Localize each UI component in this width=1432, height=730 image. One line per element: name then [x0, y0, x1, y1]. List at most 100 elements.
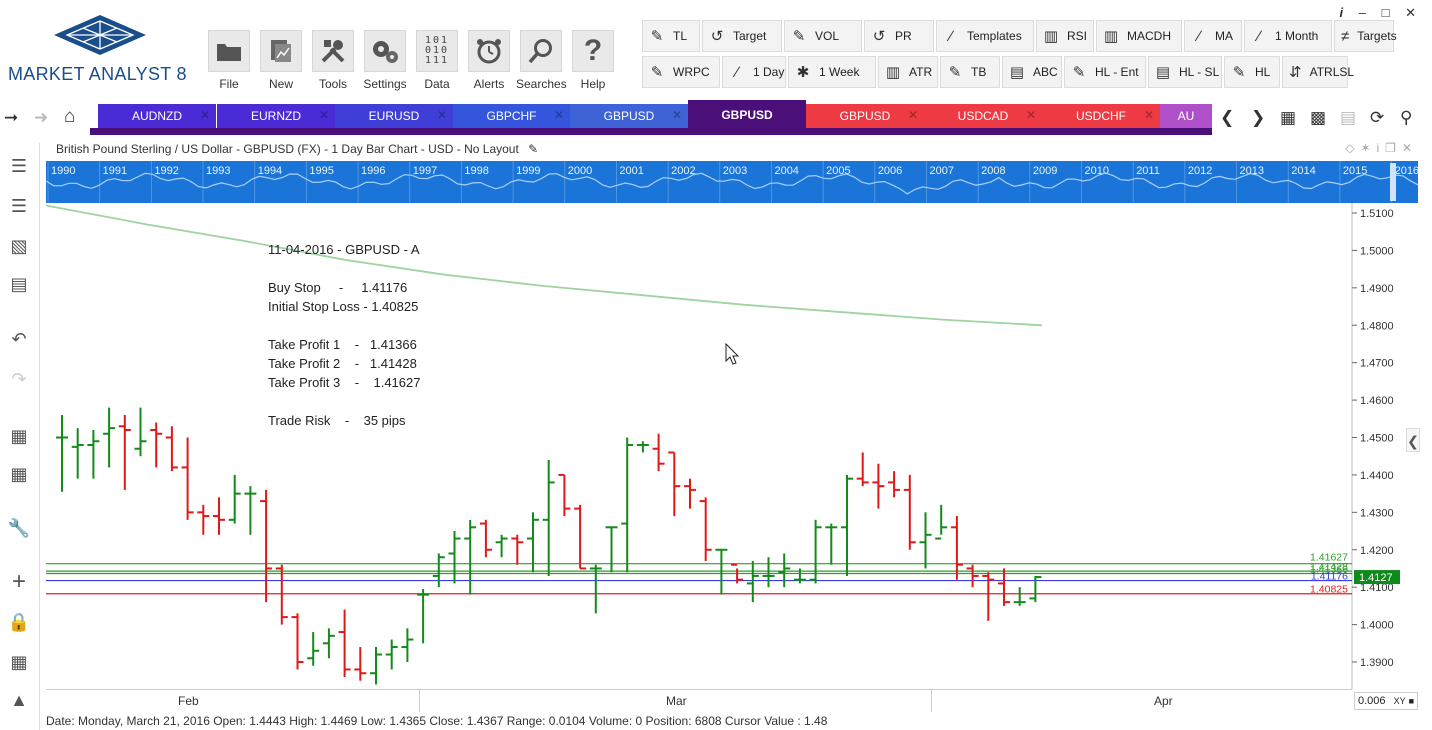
tab-close-icon[interactable]: ✕	[908, 108, 918, 122]
overview-year-label: 2013	[1240, 165, 1264, 177]
toolbar-pr-button[interactable]: ↺ PR	[864, 20, 934, 52]
tab-close-icon[interactable]: ✕	[554, 108, 564, 122]
toolbar-tb-button[interactable]: ✎ TB	[940, 56, 1000, 88]
collapse-panel-icon[interactable]: ❮	[1406, 428, 1420, 452]
print-icon[interactable]: ▤	[6, 271, 32, 297]
symbol-tab[interactable]: GBPCHF ✕	[453, 104, 570, 128]
open-chart-icon[interactable]: ☰	[6, 193, 32, 219]
new-button[interactable]: New	[256, 30, 306, 94]
print-icon[interactable]: ▤	[1340, 108, 1356, 128]
grid-icon[interactable]: ▩	[1310, 108, 1326, 128]
help-button[interactable]: ? Help	[568, 30, 618, 94]
data-button[interactable]: 101 010 111 Data	[412, 30, 462, 94]
float-icon[interactable]: ❐	[1385, 141, 1402, 155]
close-chart-icon[interactable]: ✕	[1402, 141, 1418, 155]
toolbar-hl-ent-button[interactable]: ✎ HL - Ent	[1064, 56, 1146, 88]
alerts-button[interactable]: Alerts	[464, 30, 514, 94]
toolbar-1-month-button[interactable]: ∕ 1 Month	[1244, 20, 1332, 52]
symbol-tab[interactable]: GBPUSD ✕	[806, 104, 924, 128]
close-button[interactable]: ✕	[1405, 5, 1422, 20]
tab-close-icon[interactable]: ✕	[1026, 108, 1036, 122]
price-chart[interactable]: 1.5100 1.5000 1.4900 1.4800 1.4700 1.4600 1.45…	[46, 203, 1418, 689]
toolbar-atrlsl-button[interactable]: ⇵ ATRLSL	[1282, 56, 1354, 88]
redo-icon[interactable]: ↷	[6, 366, 32, 392]
symbol-tab[interactable]: USDCHF ✕	[1042, 104, 1160, 128]
back-arrow-icon[interactable]: ➞	[4, 108, 18, 128]
toolbar-tl-button[interactable]: ✎ TL	[642, 20, 700, 52]
toolbar-vol-button[interactable]: ✎ VOL	[784, 20, 862, 52]
info-icon[interactable]: i	[1377, 141, 1386, 155]
pencil-icon: ✎	[948, 64, 962, 81]
wrench-icon[interactable]: 🔧	[6, 515, 32, 541]
save-icon[interactable]: ▧	[6, 233, 32, 259]
settings-button[interactable]: Settings	[360, 30, 410, 94]
lock-icon[interactable]: ■	[1409, 696, 1414, 706]
overview-year-label: 1996	[361, 165, 385, 177]
searches-button[interactable]: Searches	[516, 30, 567, 94]
symbol-tab[interactable]: EURUSD ✕	[335, 104, 453, 128]
diamond-icon[interactable]: ◇	[1345, 141, 1360, 155]
maximize-button[interactable]: □	[1382, 5, 1396, 20]
symbol-tab[interactable]: AUDNZD ✕	[98, 104, 216, 128]
new-button-label: New	[268, 77, 293, 91]
tab-close-icon[interactable]: ✕	[437, 108, 447, 122]
tools-button[interactable]: Tools	[308, 30, 358, 94]
symbol-tab[interactable]: EURNZD ✕	[217, 104, 335, 128]
overview-timeline[interactable]: 1990 1991 1992 1993 1994 1995 1996 1997 1998 1999…	[46, 161, 1418, 203]
symbol-tab[interactable]: AU	[1160, 104, 1212, 128]
tab-close-icon[interactable]: ✕	[1144, 108, 1154, 122]
home-icon[interactable]: ⌂	[64, 106, 75, 128]
overview-year-label: 1990	[51, 165, 75, 177]
toolbar-target-button[interactable]: ↺ Target	[702, 20, 782, 52]
toolbar-button-label: VOL	[815, 29, 840, 43]
toolbar-abc-button[interactable]: ▤ ABC	[1002, 56, 1062, 88]
toolbar-rsi-button[interactable]: ▥ RSI	[1036, 20, 1094, 52]
undo-icon[interactable]: ↶	[6, 326, 32, 352]
toolbar-targets-button[interactable]: ≠ Targets	[1334, 20, 1397, 52]
symbol-tab[interactable]: USDCAD ✕	[924, 104, 1042, 128]
layout-icon[interactable]: ▦	[1280, 108, 1296, 128]
pin-icon[interactable]: ✶	[1360, 141, 1376, 155]
document-icon: ▤	[1155, 64, 1171, 81]
overview-window-handle	[1390, 163, 1396, 201]
tab-close-icon[interactable]: ✕	[200, 108, 210, 122]
toolbar-templates-button[interactable]: ∕ Templates	[936, 20, 1034, 52]
symbol-tab[interactable]: GBPUSD ✕	[570, 104, 688, 128]
tab-close-icon[interactable]: ✕	[672, 108, 682, 122]
toolbar-hl-button[interactable]: ✎ HL	[1224, 56, 1280, 88]
info-icon[interactable]: i	[1340, 5, 1350, 20]
toolbar-1-day-button[interactable]: ∕ 1 Day	[722, 56, 786, 88]
toolbar-macdh-button[interactable]: ▥ MACDH	[1096, 20, 1182, 52]
symbol-tab[interactable]: GBPUSD	[688, 100, 806, 130]
tabs-left-icon[interactable]: ❮	[1220, 108, 1234, 128]
tabs-right-icon[interactable]: ❯	[1251, 108, 1265, 128]
annotation-title: 11-04-2016 - GBPUSD - A	[268, 242, 420, 257]
toolbar-ma-button[interactable]: ∕ MA	[1184, 20, 1242, 52]
layers-icon[interactable]: ▦	[6, 461, 32, 487]
toolbar-button-label: HL - SL	[1179, 65, 1220, 79]
toolbar-atr-button[interactable]: ▥ ATR	[878, 56, 938, 88]
toolbar-hl-sl-button[interactable]: ▤ HL - SL	[1148, 56, 1222, 88]
search-icon[interactable]: ⚲	[1400, 108, 1412, 128]
line-chart-icon: ∕	[735, 63, 739, 81]
chart-window-controls: ◇✶i❐✕	[1345, 141, 1418, 155]
lock-icon[interactable]: 🔒	[6, 609, 32, 635]
tab-close-icon[interactable]: ✕	[319, 108, 329, 122]
zoom-field[interactable]: 0.006 XY ■	[1354, 692, 1418, 710]
toolbar-button-label: RSI	[1067, 29, 1088, 43]
tree-icon[interactable]: ☰	[6, 153, 32, 179]
file-button[interactable]: File	[204, 30, 254, 94]
forward-arrow-icon[interactable]: ➜	[34, 108, 48, 128]
minimize-button[interactable]: –	[1359, 5, 1372, 20]
crosshair-icon[interactable]: +	[6, 569, 32, 595]
education-icon[interactable]: ▲	[6, 687, 32, 713]
toolbar-wrpc-button[interactable]: ✎ WRPC	[642, 56, 720, 88]
overview-year-label: 1997	[413, 165, 437, 177]
tab-label: USDCAD	[957, 109, 1009, 123]
trade-annotation[interactable]: 11-04-2016 - GBPUSD - A Buy Stop - 1.411…	[268, 240, 420, 430]
edit-pencil-icon[interactable]: ✎	[528, 142, 538, 156]
chart-image-icon[interactable]: ▦	[6, 423, 32, 449]
grid-icon[interactable]: ▦	[6, 649, 32, 675]
toolbar-1-week-button[interactable]: ✱ 1 Week	[788, 56, 876, 88]
refresh-icon[interactable]: ⟳	[1370, 108, 1384, 128]
